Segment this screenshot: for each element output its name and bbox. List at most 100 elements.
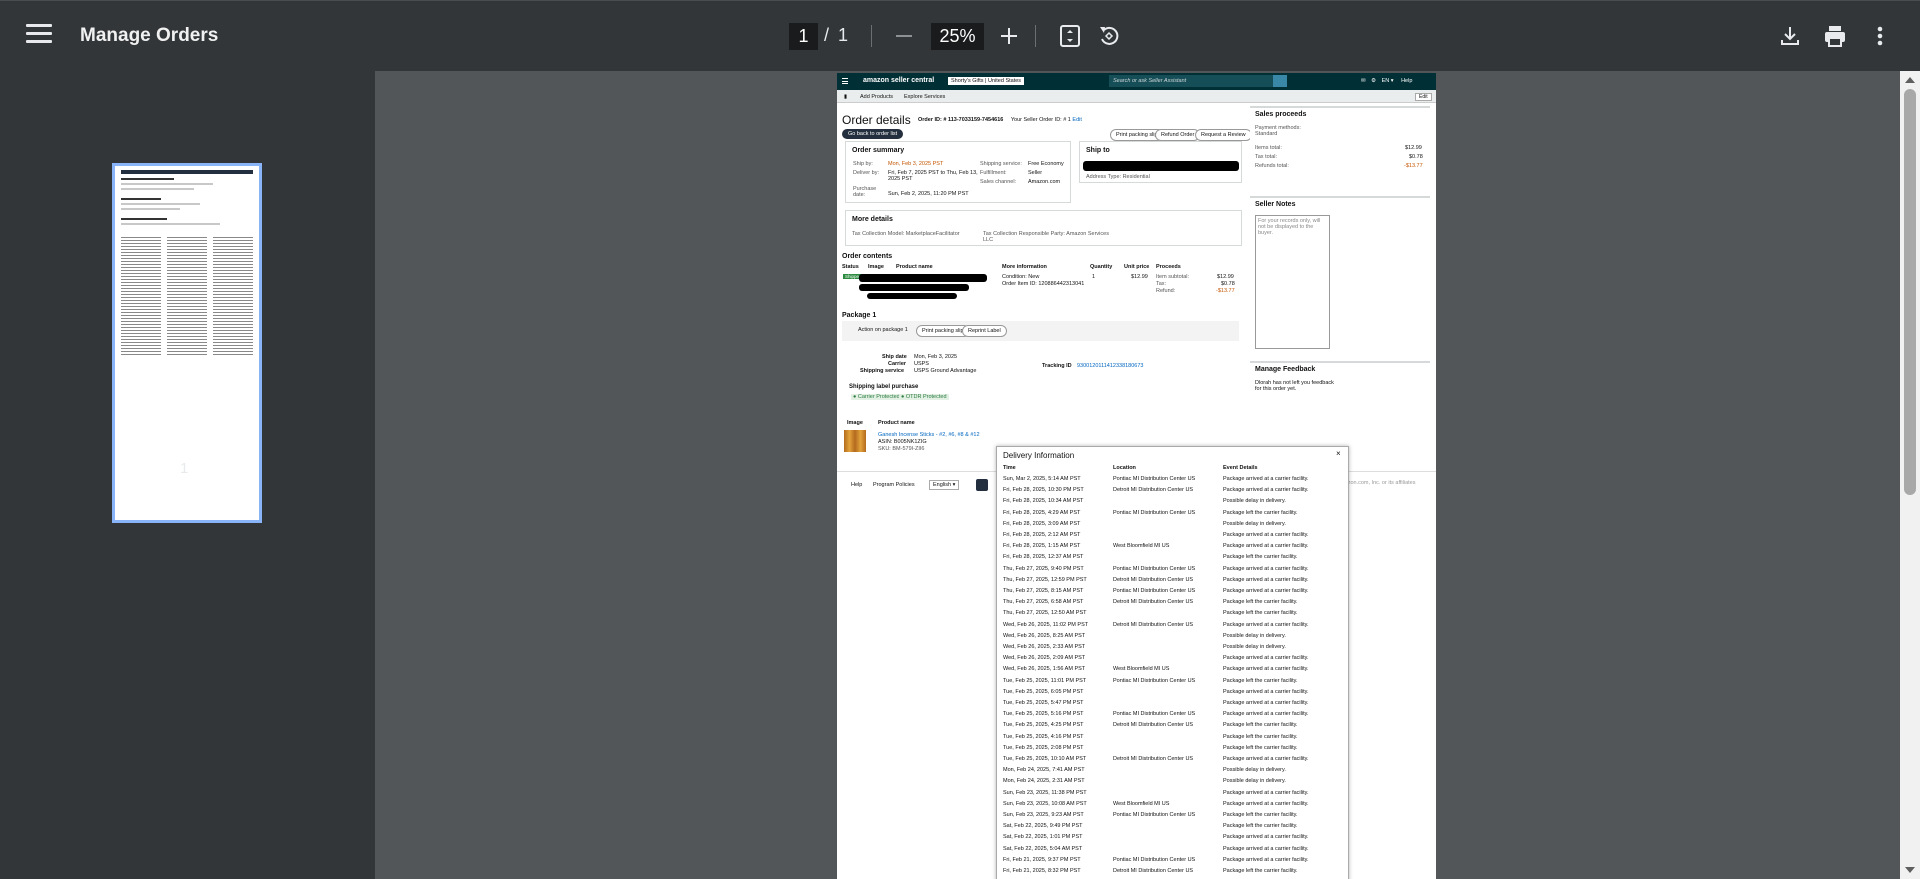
delivery-location: West Bloomfield MI US — [1113, 800, 1170, 807]
zoom-in-button[interactable] — [998, 23, 1020, 49]
menu-icon[interactable] — [26, 24, 52, 48]
more-options-icon[interactable] — [1867, 23, 1893, 49]
toolbar-divider — [871, 25, 872, 47]
seller-central-header: amazon seller central Shorty's Gifts | U… — [837, 73, 1436, 90]
tracking-label: Tracking ID — [1042, 363, 1072, 369]
order-id: Order ID: # 113-7033159-7454616 Your Sel… — [918, 117, 1082, 123]
package-action-label: Action on package 1 — [858, 327, 908, 333]
delivery-time: Wed, Feb 26, 2025, 11:02 PM PST — [1003, 621, 1089, 628]
scroll-down-arrow[interactable] — [1905, 867, 1915, 873]
app-badge-icon — [976, 479, 988, 491]
label-purchase-title: Shipping label purchase — [849, 384, 919, 390]
tax-party: Tax Collection Responsible Party: Amazon… — [983, 231, 1109, 243]
download-icon[interactable] — [1777, 23, 1803, 49]
refund-value: -$13.77 — [1216, 288, 1235, 294]
seller-nav: ▮ Add Products Explore Services Edit — [837, 90, 1436, 103]
delivery-time: Mon, Feb 24, 2025, 7:41 AM PST — [1003, 767, 1085, 774]
redacted-product — [859, 274, 987, 282]
delivery-location: Pontiac MI Distribution Center US — [1113, 588, 1196, 594]
delivery-event: Package arrived at a carrier facility. — [1223, 487, 1309, 494]
delivery-row: Wed, Feb 26, 2025, 2:09 AM PST Package ar… — [997, 653, 1348, 664]
footer-help: Help — [851, 482, 863, 488]
item-subtotal-label: Item subtotal: — [1156, 274, 1190, 280]
delivery-row: Mon, Feb 24, 2025, 2:31 AM PST Possible d… — [997, 776, 1348, 787]
toolbar-divider — [1035, 25, 1036, 47]
col-quantity: Quantity — [1090, 264, 1113, 270]
delivery-row: Wed, Feb 26, 2025, 1:56 AM PST West Bloom… — [997, 664, 1348, 675]
delivery-time: Sun, Feb 23, 2025, 9:23 AM PST — [1003, 812, 1084, 818]
search-input: Search or ask Seller Assistant — [1109, 75, 1273, 87]
pdf-page: amazon seller central Shorty's Gifts | U… — [837, 73, 1436, 879]
manage-feedback-title: Manage Feedback — [1255, 366, 1316, 373]
rotate-icon[interactable] — [1096, 23, 1122, 49]
logo: amazon seller central — [863, 77, 935, 84]
delivery-time: Fri, Feb 28, 2025, 10:30 PM PST — [1003, 487, 1084, 494]
tax-model: Tax Collection Model: MarketplaceFacilit… — [852, 231, 960, 237]
delivery-time: Fri, Feb 28, 2025, 2:12 AM PST — [1003, 532, 1081, 538]
refunds-total-label: Refunds total: — [1255, 163, 1289, 169]
delivery-location: Pontiac MI Distribution Center US — [1113, 677, 1196, 684]
print-icon[interactable] — [1822, 23, 1848, 49]
nav-explore-services: Explore Services — [904, 94, 946, 100]
shipping-service: USPS Ground Advantage — [914, 368, 977, 374]
delivery-location: Pontiac MI Distribution Center US — [1113, 509, 1196, 516]
footer-policies: Program Policies — [873, 482, 915, 488]
redacted-product — [867, 293, 957, 299]
mail-icon: ✉ — [1361, 78, 1366, 84]
delivery-time: Fri, Feb 21, 2025, 8:32 PM PST — [1003, 868, 1081, 874]
tax-value: $0.78 — [1221, 281, 1235, 287]
delivery-row: Mon, Feb 24, 2025, 7:41 AM PST Possible d… — [997, 765, 1348, 776]
reprint-label-button: Reprint Label — [962, 325, 1007, 337]
delivery-event: Possible delay in delivery. — [1223, 632, 1286, 639]
delivery-row: Thu, Feb 27, 2025, 12:50 AM PST Package l… — [997, 608, 1348, 619]
request-review-button: Request a Review — [1195, 129, 1252, 141]
delivery-row: Tue, Feb 25, 2025, 5:47 PM PST Package ar… — [997, 698, 1348, 709]
document-title: Manage Orders — [80, 25, 219, 46]
delivery-row: Thu, Feb 27, 2025, 12:59 PM PST Detroit M… — [997, 575, 1348, 586]
purchase-date-label: Purchase date: — [853, 186, 877, 198]
otdr-protected-badge: ● OTDR Protected — [899, 394, 949, 400]
order-summary-box: Order summary Ship by: Mon, Feb 3, 2025 … — [845, 141, 1071, 203]
delivery-time: Mon, Feb 24, 2025, 2:31 AM PST — [1003, 778, 1085, 785]
col-image: Image — [868, 264, 884, 270]
delivery-row: Tue, Feb 25, 2025, 10:10 AM PST Detroit M… — [997, 754, 1348, 765]
carrier-protected-badge: ● Carrier Protected — [851, 394, 902, 400]
delivery-event: Package arrived at a carrier facility. — [1223, 532, 1309, 538]
more-details-title: More details — [852, 216, 893, 223]
page-number-input[interactable]: 1 — [789, 23, 818, 50]
more-details-box: More details Tax Collection Model: Marke… — [845, 210, 1242, 246]
delivery-location: Detroit MI Distribution Center US — [1113, 621, 1194, 628]
delivery-event: Package left the carrier facility. — [1223, 722, 1298, 729]
refunds-total: -$13.77 — [1404, 163, 1423, 169]
delivery-time: Wed, Feb 26, 2025, 8:25 AM PST — [1003, 632, 1086, 639]
delivery-row: Sun, Mar 2, 2025, 5:14 AM PST Pontiac MI … — [997, 474, 1348, 485]
delivery-event: Package left the carrier facility. — [1223, 744, 1298, 751]
delivery-row: Tue, Feb 25, 2025, 6:05 PM PST Package ar… — [997, 687, 1348, 698]
delivery-time: Fri, Feb 28, 2025, 3:09 AM PST — [1003, 520, 1081, 527]
zoom-input[interactable]: 25% — [931, 23, 984, 50]
delivery-location: Detroit MI Distribution Center US — [1113, 599, 1194, 606]
delivery-event: Package arrived at a carrier facility. — [1223, 845, 1309, 852]
delivery-row: Thu, Feb 27, 2025, 8:15 AM PST Pontiac MI… — [997, 586, 1348, 597]
delivery-location: Detroit MI Distribution Center US — [1113, 722, 1194, 729]
delivery-event: Package arrived at a carrier facility. — [1223, 756, 1309, 762]
delivery-location: Detroit MI Distribution Center US — [1113, 868, 1194, 874]
delivery-location: West Bloomfield MI US — [1113, 666, 1170, 673]
delivery-event: Package left the carrier facility. — [1223, 677, 1298, 684]
header-right: ✉ ⚙ EN ▾ Help — [1361, 78, 1412, 84]
back-to-orders-button: Go back to order list — [842, 129, 904, 139]
zoom-out-button[interactable] — [893, 23, 915, 49]
delivery-event: Package left the carrier facility. — [1223, 868, 1298, 874]
footer-language-select: English ▾ — [929, 480, 960, 490]
delivery-location: Detroit MI Distribution Center US — [1113, 487, 1194, 494]
condition: Condition: New — [1002, 274, 1040, 280]
scroll-up-arrow[interactable] — [1905, 77, 1915, 83]
delivery-row: Tue, Feb 25, 2025, 5:16 PM PST Pontiac MI… — [997, 709, 1348, 720]
vertical-scrollbar[interactable] — [1900, 71, 1920, 879]
refund-label: Refund: — [1156, 288, 1176, 294]
delivery-row: Sun, Feb 23, 2025, 9:23 AM PST Pontiac MI… — [997, 810, 1348, 821]
scrollbar-thumb[interactable] — [1904, 89, 1916, 495]
order-contents-title: Order contents — [842, 253, 893, 260]
unit-price: $12.99 — [1131, 274, 1148, 280]
fit-page-icon[interactable] — [1057, 23, 1083, 49]
